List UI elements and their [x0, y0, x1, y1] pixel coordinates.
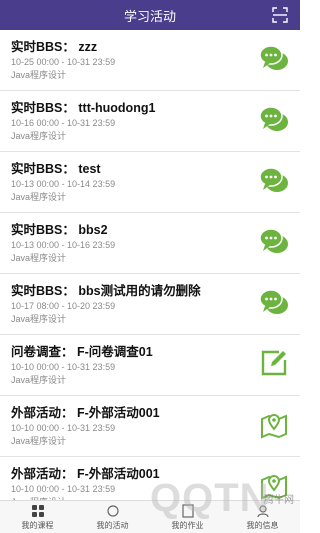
- activity-title: 实时BBS： test: [11, 162, 101, 176]
- activity-title: 实时BBS： bbs2: [11, 223, 108, 237]
- activity-item[interactable]: 实时BBS： test 10-13 00:00 - 10-14 23:59 Ja…: [0, 152, 300, 213]
- activity-title: 外部活动： F-外部活动001: [11, 467, 160, 481]
- activity-title: 外部活动： F-外部活动001: [11, 406, 160, 420]
- activity-time: 10-25 00:00 - 10-31 23:59: [11, 57, 116, 67]
- user-icon: [256, 505, 269, 518]
- watermark-sub: 腾牛网: [264, 495, 294, 506]
- activity-item[interactable]: 外部活动： F-外部活动001 10-10 00:00 - 10-31 23:5…: [0, 396, 300, 457]
- activity-course: Java程序设计: [11, 314, 67, 324]
- activity-course: Java程序设计: [11, 70, 67, 80]
- tab-my-homework[interactable]: 我的作业: [150, 501, 225, 533]
- activity-list: 实时BBS： zzz 10-25 00:00 - 10-31 23:59 Jav…: [0, 30, 300, 510]
- chat-icon: [259, 167, 288, 192]
- activity-time: 10-10 00:00 - 10-31 23:59: [11, 484, 116, 494]
- activity-time: 10-16 00:00 - 10-31 23:59: [11, 118, 116, 128]
- chat-icon: [259, 45, 288, 70]
- page-title: 学习活动: [123, 8, 176, 24]
- app-header: 学习活动: [0, 0, 300, 30]
- tab-my-courses[interactable]: 我的课程: [0, 501, 75, 533]
- activity-title: 实时BBS： ttt-huodong1: [11, 101, 156, 115]
- activity-title: 问卷调查： F-问卷调查01: [11, 345, 153, 359]
- tab-label: 我的信息: [246, 521, 279, 530]
- tab-label: 我的作业: [171, 521, 204, 530]
- tab-label: 我的活动: [96, 521, 129, 530]
- chat-icon: [259, 106, 288, 131]
- map-pin-icon: [261, 414, 287, 439]
- activity-course: Java程序设计: [11, 436, 67, 446]
- scan-icon[interactable]: [272, 7, 288, 23]
- activity-item[interactable]: 实时BBS： bbs2 10-13 00:00 - 10-16 23:59 Ja…: [0, 213, 300, 274]
- activity-course: Java程序设计: [11, 192, 67, 202]
- grid-icon: [31, 505, 44, 517]
- activity-item[interactable]: 实时BBS： zzz 10-25 00:00 - 10-31 23:59 Jav…: [0, 30, 300, 91]
- activity-course: Java程序设计: [11, 375, 67, 385]
- tab-label: 我的课程: [21, 521, 54, 530]
- tab-my-activities[interactable]: 我的活动: [75, 501, 150, 533]
- activity-time: 10-13 00:00 - 10-16 23:59: [11, 240, 116, 250]
- activity-item[interactable]: 问卷调查： F-问卷调查01 10-10 00:00 - 10-31 23:59…: [0, 335, 300, 396]
- activity-time: 10-10 00:00 - 10-31 23:59: [11, 362, 116, 372]
- activity-course: Java程序设计: [11, 131, 67, 141]
- activity-title: 实时BBS： bbs测试用的请勿删除: [11, 284, 201, 298]
- homework-icon: [181, 504, 194, 518]
- activity-time: 10-17 08:00 - 10-20 23:59: [11, 301, 116, 311]
- edit-icon: [261, 350, 287, 376]
- activity-item[interactable]: 实时BBS： ttt-huodong1 10-16 00:00 - 10-31 …: [0, 91, 300, 152]
- activity-course: Java程序设计: [11, 253, 67, 263]
- activity-item[interactable]: 实时BBS： bbs测试用的请勿删除 10-17 08:00 - 10-20 2…: [0, 274, 300, 335]
- chat-icon: [259, 289, 288, 314]
- bottom-nav: 我的课程 我的活动 我的作业 我的信息: [0, 500, 300, 533]
- activity-time: 10-10 00:00 - 10-31 23:59: [11, 423, 116, 433]
- chat-icon: [259, 228, 288, 253]
- activity-title: 实时BBS： zzz: [11, 40, 98, 54]
- activity-time: 10-13 00:00 - 10-14 23:59: [11, 179, 116, 189]
- activity-icon: [106, 505, 119, 517]
